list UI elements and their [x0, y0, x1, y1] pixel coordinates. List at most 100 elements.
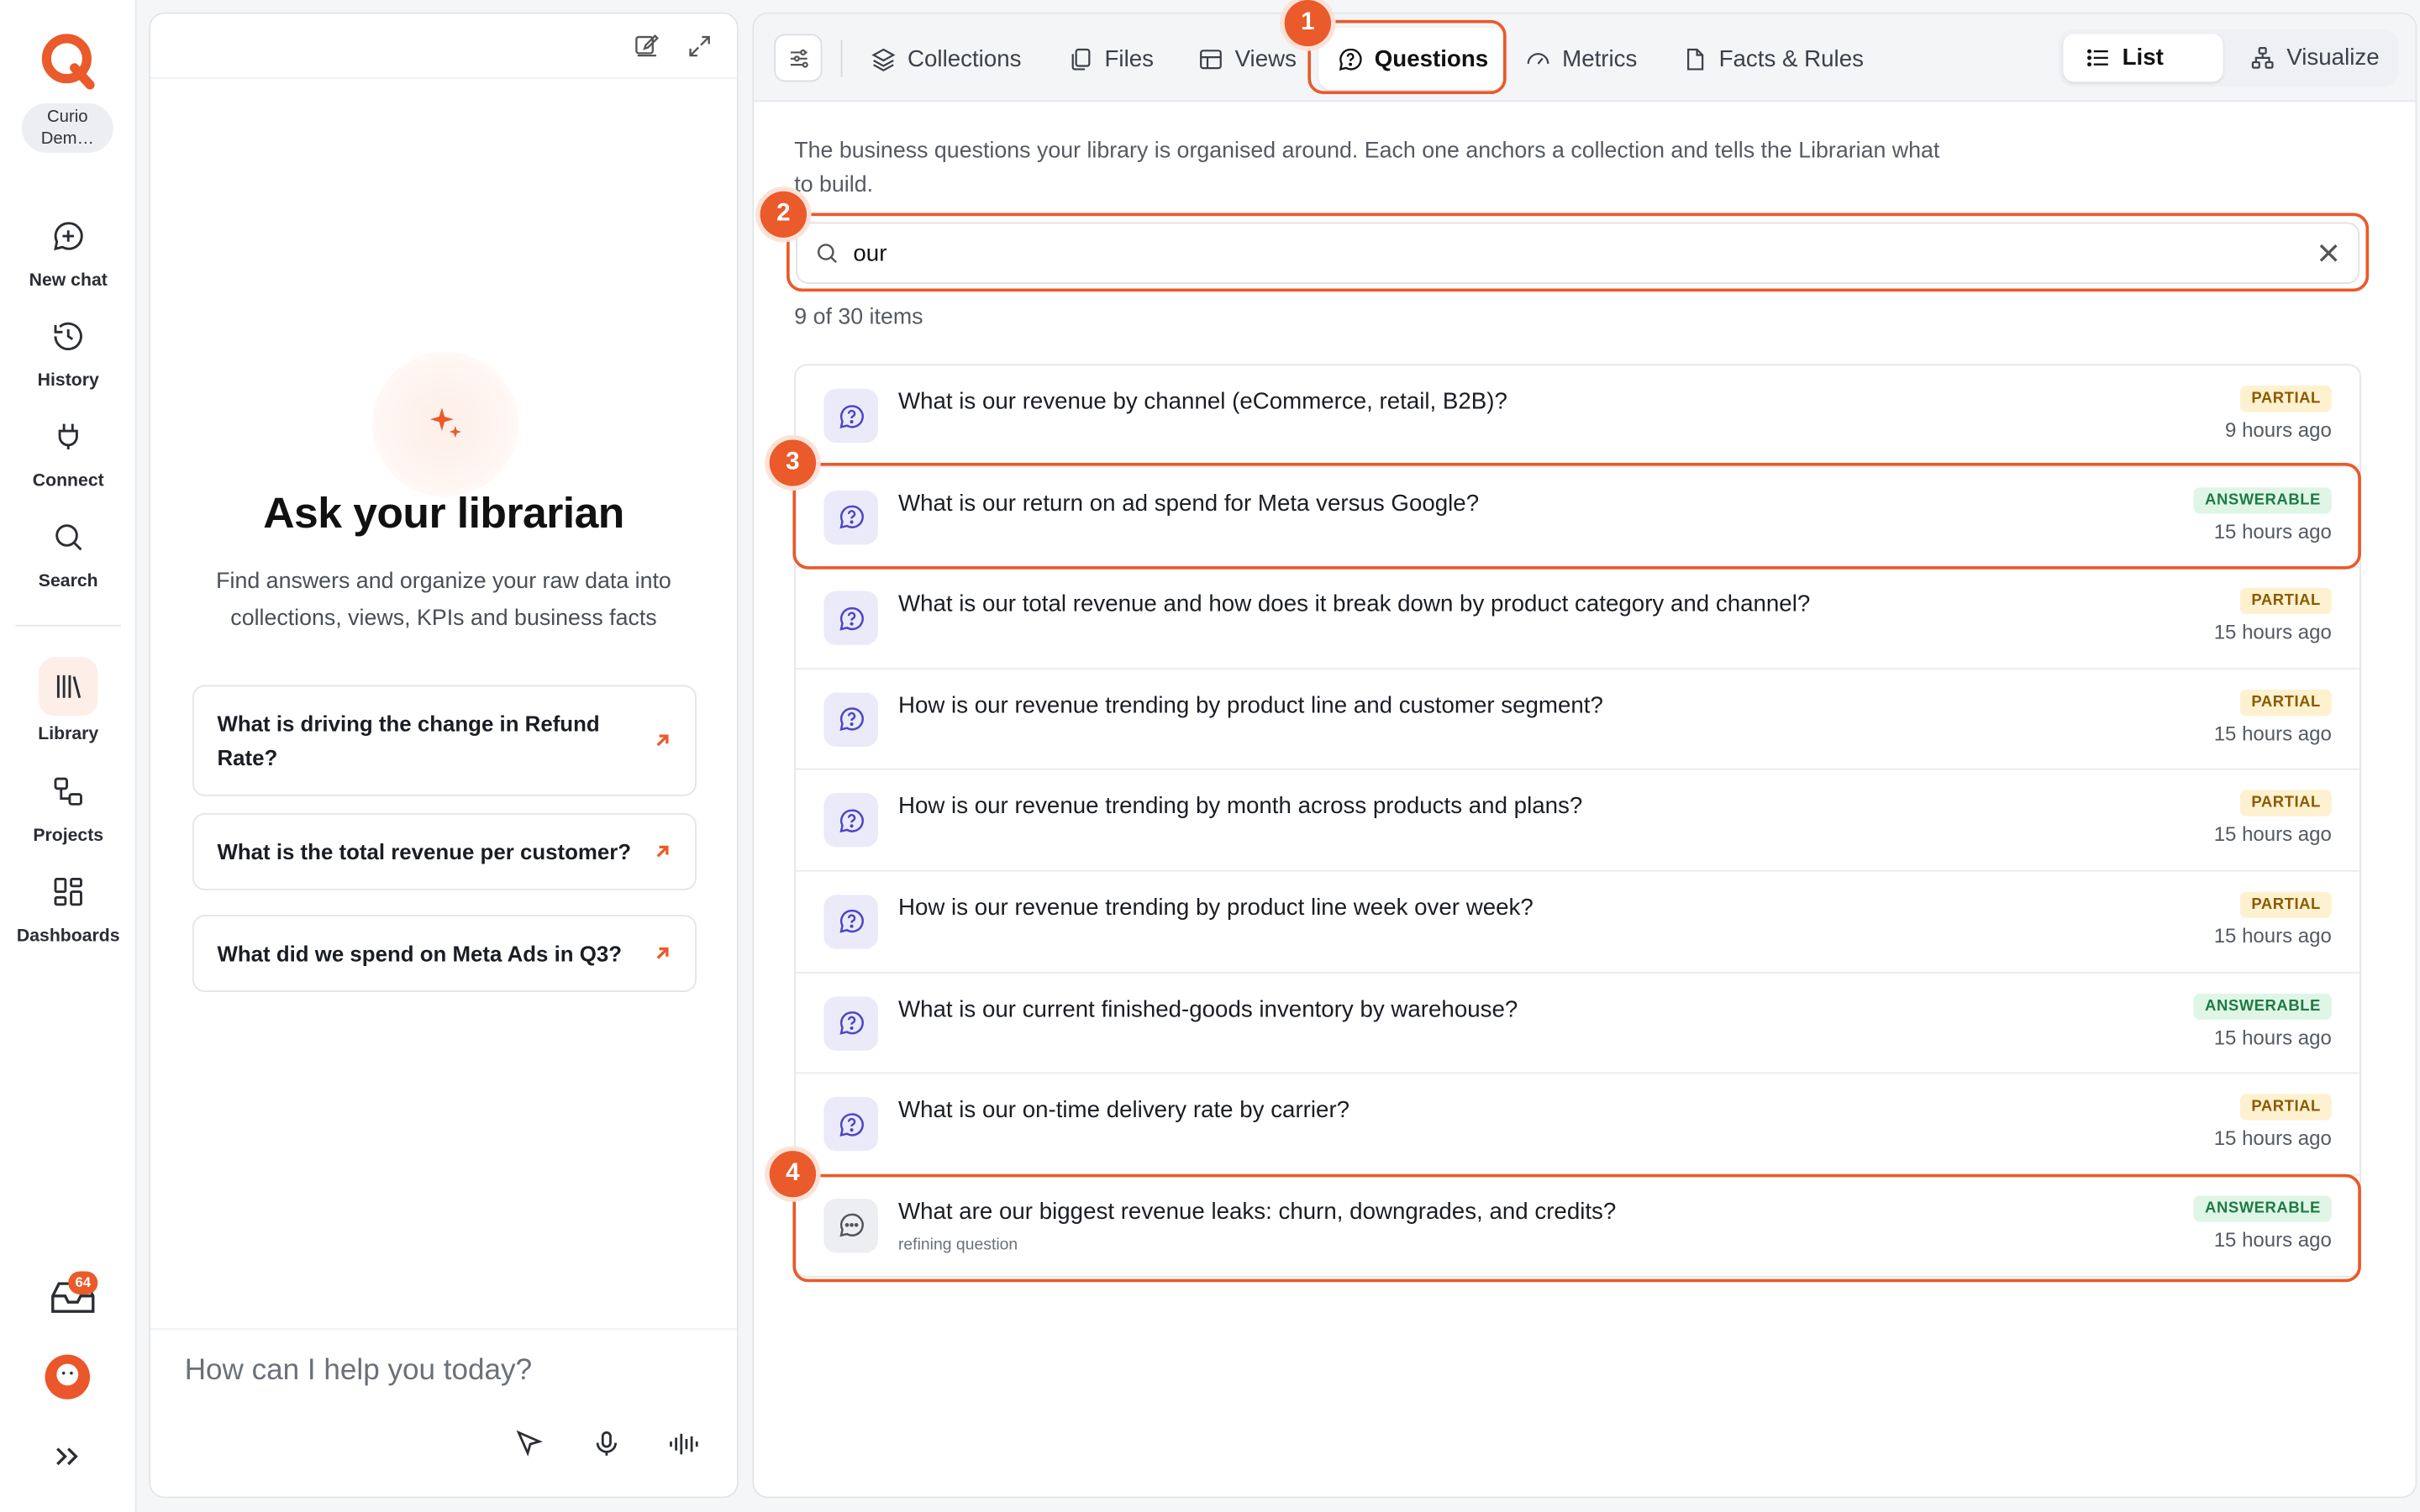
- library-panel: Collections Files Views Questions Metric…: [752, 12, 2417, 1499]
- question-bubble-icon: [823, 793, 878, 848]
- plug-icon: [58, 423, 78, 449]
- chat-dots-icon: [823, 1198, 878, 1252]
- question-bubble-icon: [823, 591, 878, 646]
- expand-chat-button[interactable]: [682, 29, 717, 63]
- user-avatar[interactable]: [45, 1354, 91, 1399]
- network-icon: [2251, 47, 2274, 69]
- arrow-up-right-icon: [656, 947, 669, 959]
- tab-questions[interactable]: Questions: [1318, 28, 1507, 90]
- question-text: What is our total revenue and how does i…: [897, 591, 1811, 618]
- org-name-line1: Curio: [47, 108, 88, 127]
- microphone-button[interactable]: [588, 1425, 625, 1462]
- nav-projects[interactable]: Projects: [0, 765, 136, 846]
- history-icon: [54, 322, 82, 350]
- question-timestamp: 9 hours ago: [2225, 417, 2332, 442]
- nav-new-chat[interactable]: New chat: [0, 210, 136, 290]
- nav-library[interactable]: Library: [0, 657, 136, 743]
- inbox-count-badge: 64: [68, 1271, 98, 1294]
- brand-logo-icon[interactable]: [37, 31, 96, 90]
- question-row[interactable]: How is our revenue trending by product l…: [796, 669, 2360, 771]
- pencil-square-icon: [635, 34, 659, 57]
- voice-mode-button[interactable]: [664, 1425, 701, 1462]
- close-icon[interactable]: [2317, 242, 2339, 264]
- question-timestamp: 15 hours ago: [2213, 722, 2332, 745]
- nav-projects-label: Projects: [33, 827, 104, 846]
- question-timestamp: 15 hours ago: [2213, 519, 2332, 543]
- nav-search[interactable]: Search: [0, 511, 136, 591]
- question-row[interactable]: How is our revenue trending by product l…: [796, 871, 2360, 974]
- status-badge: ANSWERABLE: [2194, 1194, 2332, 1222]
- org-switcher[interactable]: Curio Dem…: [21, 103, 113, 153]
- chat-composer[interactable]: How can I help you today?: [150, 1328, 737, 1498]
- question-timestamp: 15 hours ago: [2213, 1126, 2332, 1150]
- question-text: How is our revenue trending by product l…: [897, 692, 1603, 719]
- question-timestamp: 15 hours ago: [2213, 1227, 2332, 1252]
- nav-library-label: Library: [38, 725, 99, 744]
- edit-chat-button[interactable]: [630, 29, 665, 63]
- chat-header: [150, 14, 737, 79]
- question-row[interactable]: What are our biggest revenue leaks: chur…: [796, 1175, 2360, 1277]
- question-timestamp: 15 hours ago: [2213, 924, 2332, 948]
- dashboard-icon: [54, 878, 82, 906]
- chat-title: Ask your librarian: [263, 489, 624, 538]
- search-icon: [817, 244, 837, 264]
- view-list-button[interactable]: List: [2063, 34, 2223, 82]
- nav-history-label: History: [37, 371, 99, 391]
- status-badge: ANSWERABLE: [2194, 486, 2332, 513]
- question-row[interactable]: How is our revenue trending by month acr…: [796, 770, 2360, 872]
- chat-panel: Ask your librarian Find answers and orga…: [149, 12, 739, 1499]
- suggestion-text: What is driving the change in Refund Rat…: [217, 711, 600, 770]
- suggestion-card[interactable]: What did we spend on Meta Ads in Q3?: [192, 915, 697, 992]
- table-icon: [1200, 49, 1222, 69]
- question-text: What is our on-time delivery rate by car…: [897, 1097, 1350, 1124]
- toolbar-divider: [840, 39, 843, 77]
- question-bubble-icon: [823, 490, 878, 544]
- tab-collections-label: Collections: [908, 45, 1022, 72]
- tab-files[interactable]: Files: [1067, 35, 1154, 81]
- status-badge: PARTIAL: [2240, 1094, 2332, 1121]
- question-bubble-icon: [1339, 47, 1362, 71]
- tab-collections[interactable]: Collections: [871, 35, 1022, 81]
- send-button[interactable]: [510, 1425, 547, 1462]
- composer-placeholder[interactable]: How can I help you today?: [185, 1355, 532, 1389]
- tab-metrics[interactable]: Metrics: [1525, 35, 1637, 81]
- view-visualize-button[interactable]: Visualize: [2228, 34, 2401, 81]
- nav-search-label: Search: [38, 572, 98, 591]
- question-row[interactable]: What is our on-time delivery rate by car…: [796, 1074, 2360, 1176]
- avatar-face-icon: [56, 1363, 79, 1386]
- nav-rail: Curio Dem… New chat History Connect Sear…: [0, 0, 137, 1512]
- expand-sidebar-icon[interactable]: [51, 1441, 82, 1472]
- nav-dashboards-label: Dashboards: [16, 927, 120, 946]
- sliders-icon: [790, 48, 808, 67]
- nav-dashboards[interactable]: Dashboards: [0, 865, 136, 946]
- question-text: What is our revenue by channel (eCommerc…: [897, 388, 1507, 416]
- step-marker: 4: [769, 1151, 817, 1198]
- tab-views[interactable]: Views: [1197, 35, 1297, 81]
- questions-list: What is our revenue by channel (eCommerc…: [794, 364, 2361, 1278]
- nav-divider: [15, 624, 122, 627]
- library-icon: [56, 675, 82, 699]
- sparkle-badge: [372, 351, 518, 497]
- question-text: How is our revenue trending by month acr…: [897, 793, 1583, 820]
- step-marker: 1: [1284, 0, 1332, 47]
- suggestion-card[interactable]: What is driving the change in Refund Rat…: [192, 685, 697, 796]
- chat-subtitle: Find answers and organize your raw data …: [216, 569, 671, 632]
- library-toolbar: Collections Files Views Questions Metric…: [754, 13, 2416, 102]
- filter-button[interactable]: [774, 34, 823, 82]
- question-timestamp: 15 hours ago: [2213, 1025, 2332, 1049]
- step-marker: 3: [769, 439, 817, 486]
- question-row[interactable]: What is our revenue by channel (eCommerc…: [796, 365, 2360, 467]
- suggestion-card[interactable]: What is the total revenue per customer?: [192, 812, 697, 890]
- question-row[interactable]: What is our total revenue and how does i…: [796, 568, 2360, 669]
- nav-connect[interactable]: Connect: [0, 411, 136, 491]
- search-input[interactable]: [853, 239, 2318, 266]
- search-icon: [55, 524, 82, 551]
- nav-history[interactable]: History: [0, 310, 136, 391]
- question-row[interactable]: What is our return on ad spend for Meta …: [796, 466, 2360, 569]
- tab-facts-rules[interactable]: Facts & Rules: [1681, 35, 1864, 81]
- list-icon: [2087, 49, 2108, 67]
- tab-views-label: Views: [1234, 45, 1297, 72]
- question-row[interactable]: What is our current finished-goods inven…: [796, 973, 2360, 1074]
- question-text: What are our biggest revenue leaks: chur…: [897, 1198, 1617, 1225]
- question-text: What is our current finished-goods inven…: [897, 995, 1518, 1022]
